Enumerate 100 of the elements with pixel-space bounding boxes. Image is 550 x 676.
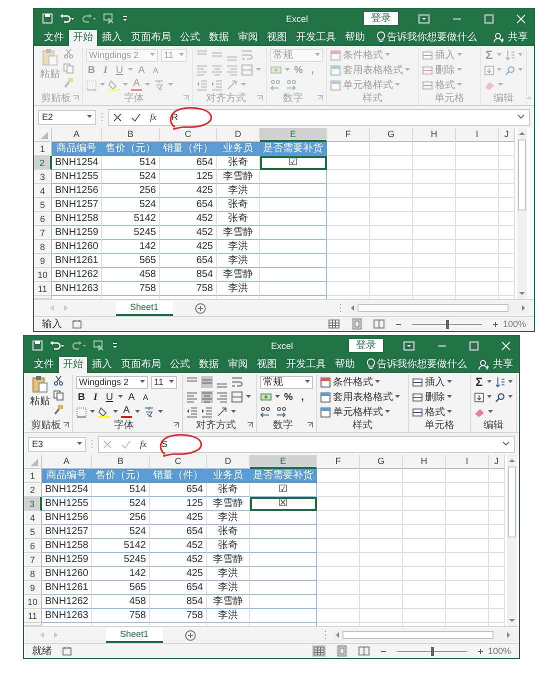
- zoom-in-icon[interactable]: [492, 320, 499, 328]
- row-header[interactable]: 3: [34, 170, 52, 184]
- ribbon-display-icon[interactable]: [418, 14, 430, 24]
- grow-font-button[interactable]: A: [126, 392, 137, 402]
- dialog-launcher-icon[interactable]: [247, 422, 253, 428]
- share-button[interactable]: 共享: [508, 30, 528, 44]
- fill-color-icon[interactable]: [98, 406, 110, 418]
- font-color-button[interactable]: A: [121, 406, 132, 418]
- enter-icon[interactable]: [131, 112, 141, 122]
- ribbon-display-icon[interactable]: [403, 340, 415, 350]
- decrease-indent-icon[interactable]: [186, 406, 198, 418]
- share-button[interactable]: 共享: [493, 357, 513, 371]
- row-header[interactable]: 3: [24, 497, 42, 511]
- customize-icon[interactable]: [121, 13, 129, 24]
- column-header[interactable]: E: [250, 455, 317, 469]
- page-layout-icon[interactable]: [350, 318, 363, 330]
- sort-filter-icon[interactable]: [495, 376, 506, 388]
- row-header[interactable]: 1: [34, 142, 52, 156]
- ribbon-tab[interactable]: 开始: [69, 30, 97, 46]
- ribbon-tab[interactable]: 视图: [253, 357, 281, 373]
- increase-decimal-icon[interactable]: [260, 406, 272, 418]
- ribbon-tab[interactable]: 开始: [59, 357, 87, 373]
- normal-view-icon[interactable]: [326, 318, 341, 330]
- ribbon-tab[interactable]: 审阅: [234, 30, 262, 46]
- sheet-tab[interactable]: Sheet1: [106, 628, 163, 642]
- save-icon[interactable]: [32, 340, 43, 351]
- login-button[interactable]: 登录: [364, 12, 398, 25]
- phonetic-guide-icon[interactable]: [143, 406, 155, 418]
- align-middle-icon[interactable]: [201, 376, 213, 388]
- name-box[interactable]: E2: [38, 110, 96, 124]
- undo-icon[interactable]: [49, 340, 65, 351]
- zoom-thumb[interactable]: [430, 646, 434, 656]
- column-header[interactable]: H: [413, 128, 456, 142]
- macro-record-icon[interactable]: [72, 319, 82, 329]
- row-header[interactable]: 11: [34, 282, 52, 296]
- font-style-button[interactable]: U: [104, 392, 115, 402]
- formula-input[interactable]: S: [162, 439, 168, 449]
- ribbon-tab[interactable]: 帮助: [341, 30, 369, 46]
- column-header[interactable]: E: [260, 128, 327, 142]
- row-header[interactable]: 8: [24, 567, 42, 581]
- ribbon-tab[interactable]: 开发工具: [282, 357, 330, 373]
- ribbon-tab[interactable]: 公式: [176, 30, 204, 46]
- decrease-decimal-icon[interactable]: [275, 406, 287, 418]
- ribbon-tab[interactable]: 插入: [88, 357, 116, 373]
- ribbon-tab[interactable]: 视图: [263, 30, 291, 46]
- ribbon-tab[interactable]: 公式: [166, 357, 194, 373]
- copy-icon[interactable]: [53, 390, 64, 400]
- font-name-field[interactable]: Wingdings 2: [76, 376, 148, 388]
- scissors-icon[interactable]: [53, 375, 64, 386]
- ribbon-tab[interactable]: 插入: [98, 30, 126, 46]
- vertical-scrollbar[interactable]: [507, 455, 517, 626]
- column-header[interactable]: I: [456, 128, 499, 142]
- fill-down-icon[interactable]: [474, 392, 484, 402]
- page-break-icon[interactable]: [358, 645, 370, 657]
- font-style-button[interactable]: I: [90, 392, 101, 402]
- add-sheet-icon[interactable]: [194, 302, 206, 314]
- sheet-tab[interactable]: Sheet1: [116, 300, 173, 316]
- page-layout-icon[interactable]: [336, 645, 348, 657]
- comma-button[interactable]: ,: [297, 392, 308, 402]
- login-button[interactable]: 登录: [349, 339, 383, 352]
- row-header[interactable]: 9: [24, 581, 42, 595]
- font-style-button[interactable]: B: [76, 392, 87, 402]
- search-icon[interactable]: [495, 392, 506, 402]
- normal-view-icon[interactable]: [312, 645, 326, 657]
- cells-menu-button[interactable]: 插入: [412, 375, 467, 389]
- row-header[interactable]: 10: [24, 595, 42, 609]
- row-header[interactable]: 4: [34, 184, 52, 198]
- font-size-field[interactable]: 11: [151, 376, 177, 388]
- number-format-field[interactable]: 常规: [260, 376, 313, 388]
- macro-record-icon[interactable]: [62, 646, 72, 656]
- column-header[interactable]: G: [370, 128, 413, 142]
- redo-icon[interactable]: [71, 340, 87, 351]
- ribbon-tab[interactable]: 帮助: [331, 357, 359, 373]
- tell-me-search[interactable]: 告诉我你想要做什么: [377, 357, 467, 371]
- row-header[interactable]: 10: [34, 268, 52, 282]
- ribbon-tab[interactable]: 数据: [205, 30, 233, 46]
- currency-icon[interactable]: [260, 391, 272, 403]
- column-header[interactable]: F: [327, 128, 370, 142]
- redo-icon[interactable]: [81, 13, 97, 24]
- vertical-scrollbar[interactable]: [517, 128, 527, 299]
- column-header[interactable]: J: [489, 455, 505, 469]
- styles-menu-button[interactable]: 单元格样式: [320, 405, 405, 419]
- page-break-icon[interactable]: [372, 318, 385, 330]
- save-icon[interactable]: [42, 13, 53, 24]
- styles-menu-button[interactable]: 条件格式: [320, 375, 405, 389]
- zoom-level[interactable]: 100%: [488, 646, 511, 656]
- row-header[interactable]: 7: [24, 553, 42, 567]
- styles-menu-button[interactable]: 套用表格格式: [320, 390, 405, 404]
- orientation-icon[interactable]: [216, 406, 228, 418]
- ribbon-tab[interactable]: 文件: [30, 357, 58, 373]
- shrink-font-button[interactable]: A: [140, 392, 151, 402]
- row-header[interactable]: 6: [24, 539, 42, 553]
- row-header[interactable]: 9: [34, 254, 52, 268]
- zoom-in-icon[interactable]: [476, 648, 484, 654]
- cells-menu-button[interactable]: 格式: [412, 405, 467, 419]
- zoom-level[interactable]: 100%: [502, 319, 526, 329]
- column-header[interactable]: J: [499, 128, 515, 142]
- merge-cells-icon[interactable]: [231, 391, 243, 403]
- maximize-icon[interactable]: [469, 340, 479, 350]
- ribbon-tab[interactable]: 开发工具: [292, 30, 340, 46]
